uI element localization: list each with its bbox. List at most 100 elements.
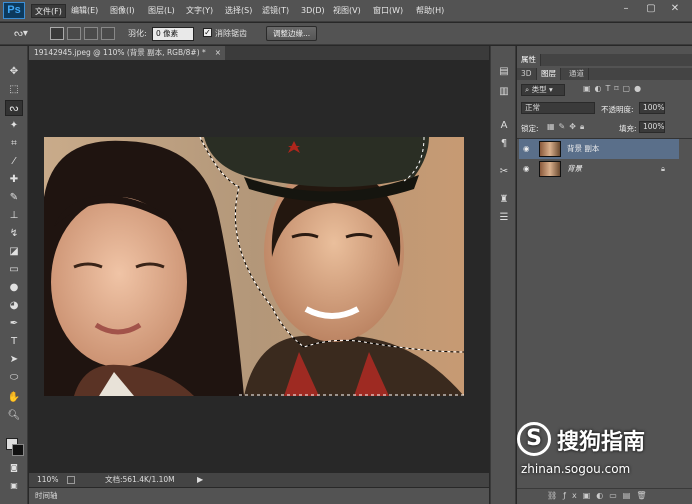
layer-name[interactable]: 背景 副本: [567, 139, 599, 159]
lasso-tool-icon[interactable]: ᔓ: [5, 100, 23, 116]
blend-mode-select[interactable]: 正常: [521, 102, 595, 114]
menu-item-6[interactable]: 选择(S): [222, 4, 255, 18]
close-button[interactable]: ✕: [666, 2, 684, 16]
quick-mask-icon[interactable]: ◙: [5, 460, 23, 476]
intersect-selection-icon[interactable]: [101, 27, 115, 40]
hand-tool-icon[interactable]: ✋: [5, 390, 23, 406]
doc-info: 文档:561.4K/1.10M: [105, 475, 175, 484]
history-brush-tool-icon[interactable]: ↯: [5, 226, 23, 242]
move-tool-icon[interactable]: ✥: [5, 64, 23, 80]
visibility-eye-icon[interactable]: ◉: [523, 139, 530, 159]
blend-mode-value: 正常: [525, 103, 540, 112]
feather-input[interactable]: 0 像素: [152, 27, 194, 41]
crop-tool-icon[interactable]: ⌗: [5, 136, 23, 152]
fill-label: 填充:: [619, 124, 637, 133]
filter-search-icon: ⌕: [525, 85, 530, 94]
eyedropper-tool-icon[interactable]: ⁄: [5, 154, 23, 170]
brush-presets-icon[interactable]: ♜: [496, 192, 512, 208]
menu-bar: Ps – ▢ ✕ 文件(F) 编辑(E) 图像(I) 图层(L) 文字(Y) 选择(S) 滤…: [0, 0, 692, 22]
watermark-brand: 搜狗指南: [557, 430, 646, 455]
gradient-tool-icon[interactable]: ▭: [5, 262, 23, 278]
document-tab[interactable]: 19142945.jpeg @ 110% (背景 副本, RGB/8#) * ×: [29, 46, 225, 60]
layer-row-background[interactable]: ◉ 背景 🔒︎: [519, 159, 679, 179]
brush-tool-icon[interactable]: ✎: [5, 190, 23, 206]
shape-tool-icon[interactable]: ⬭: [5, 370, 23, 386]
visibility-eye-icon[interactable]: ◉: [523, 159, 530, 179]
tab-layers[interactable]: 图层: [537, 68, 561, 80]
layer-thumbnail: [539, 161, 561, 177]
layers-tab-row: 3D 图层 通道: [517, 68, 692, 80]
adjustments-panel-icon[interactable]: ☰: [496, 210, 512, 226]
stamp-tool-icon[interactable]: ⊥: [5, 208, 23, 224]
tab-channels[interactable]: 通道: [565, 68, 589, 80]
layers-action-icons[interactable]: ⛓ƒx▣◐▭▤🗑︎: [547, 491, 653, 500]
status-export-icon[interactable]: [67, 476, 75, 484]
status-arrow-icon[interactable]: ▶: [197, 473, 203, 487]
dodge-tool-icon[interactable]: ◕: [5, 298, 23, 314]
marquee-tool-icon[interactable]: ⬚: [5, 82, 23, 98]
path-select-tool-icon[interactable]: ➤: [5, 352, 23, 368]
antialias-checkbox[interactable]: ✓: [203, 28, 212, 37]
pen-tool-icon[interactable]: ✒: [5, 316, 23, 332]
subtract-selection-icon[interactable]: [84, 27, 98, 40]
menu-item-2[interactable]: 编辑(E): [68, 4, 101, 18]
menu-item-8[interactable]: 3D(D): [298, 4, 328, 18]
tool-presets-icon[interactable]: ✂: [496, 164, 512, 180]
status-bar: 110% 文档:561.4K/1.10M ▶: [29, 473, 489, 487]
zoom-level[interactable]: 110%: [37, 473, 58, 487]
zoom-tool-icon[interactable]: 🔍︎: [5, 408, 23, 424]
antialias-label: 消除锯齿: [215, 29, 247, 38]
add-selection-icon[interactable]: [67, 27, 81, 40]
filter-kind: 类型: [531, 85, 547, 94]
eraser-tool-icon[interactable]: ◪: [5, 244, 23, 260]
menu-item-9[interactable]: 视图(V): [330, 4, 364, 18]
document-tab-close-icon[interactable]: ×: [215, 46, 221, 60]
menu-item-11[interactable]: 帮助(H): [413, 4, 447, 18]
menu-item-3[interactable]: 图像(I): [107, 4, 138, 18]
lock-label: 锁定:: [521, 124, 539, 133]
layer-name[interactable]: 背景: [567, 159, 582, 179]
tab-properties[interactable]: 属性: [517, 54, 541, 66]
layers-bottom-bar: ⛓ƒx▣◐▭▤🗑︎: [517, 488, 692, 504]
type-tool-icon[interactable]: T: [5, 334, 23, 350]
paragraph-panel-icon[interactable]: ¶: [496, 136, 512, 152]
new-selection-icon[interactable]: [50, 27, 64, 40]
restore-button[interactable]: ▢: [642, 2, 660, 16]
document-tab-title: 19142945.jpeg @ 110% (背景 副本, RGB/8#) *: [34, 48, 206, 57]
blur-tool-icon[interactable]: ●: [5, 280, 23, 296]
healing-tool-icon[interactable]: ✚: [5, 172, 23, 188]
background-color-swatch[interactable]: [12, 444, 24, 456]
screen-mode-icon[interactable]: ▣: [5, 478, 23, 494]
fill-input[interactable]: 100%: [639, 121, 665, 133]
quick-select-tool-icon[interactable]: ✦: [5, 118, 23, 134]
lock-icons[interactable]: ▦✎✥🔒︎: [547, 122, 603, 134]
ps-logo: Ps: [3, 2, 25, 19]
opacity-label: 不透明度:: [601, 105, 634, 114]
timeline-label[interactable]: 时间轴: [35, 488, 58, 504]
history-panel-icon[interactable]: ▤: [496, 64, 512, 80]
menu-item-4[interactable]: 图层(L): [145, 4, 178, 18]
layer-row-background-copy[interactable]: ◉ 背景 副本: [519, 139, 679, 159]
actions-panel-icon[interactable]: ▥: [496, 84, 512, 100]
feather-label: 羽化:: [128, 29, 147, 38]
photo-canvas[interactable]: [44, 137, 464, 396]
character-panel-icon[interactable]: A: [496, 118, 512, 134]
watermark-logo-icon: S: [517, 422, 551, 456]
options-bar: ᔓ▾ 羽化: 0 像素 ✓ 消除锯齿 调整边缘...: [0, 23, 692, 45]
layer-filter-select[interactable]: ⌕ 类型 ▾: [521, 84, 565, 96]
minimize-button[interactable]: –: [617, 2, 635, 16]
properties-tab-row: 属性: [517, 54, 692, 66]
layer-filter-icons[interactable]: ▣◐T⌑▢●: [583, 84, 683, 96]
menu-item-7[interactable]: 滤镜(T): [259, 4, 292, 18]
lasso-preset-icon[interactable]: ᔓ▾: [14, 27, 34, 41]
opacity-input[interactable]: 100%: [639, 102, 665, 114]
tools-panel: ✥ ⬚ ᔓ ✦ ⌗ ⁄ ✚ ✎ ⊥ ↯ ◪ ▭ ● ◕ ✒ T ➤ ⬭ ✋ 🔍︎…: [0, 46, 28, 504]
refine-edge-button[interactable]: 调整边缘...: [266, 26, 318, 41]
watermark: S 搜狗指南 zhinan.sogou.com: [515, 420, 691, 480]
timeline-bar[interactable]: 时间轴: [29, 488, 489, 504]
menu-item-5[interactable]: 文字(Y): [183, 4, 216, 18]
menu-item-10[interactable]: 窗口(W): [370, 4, 406, 18]
layer-lock-icon: 🔒︎: [661, 164, 665, 173]
tab-3d[interactable]: 3D: [517, 68, 537, 80]
menu-item-1[interactable]: 文件(F): [31, 4, 66, 18]
